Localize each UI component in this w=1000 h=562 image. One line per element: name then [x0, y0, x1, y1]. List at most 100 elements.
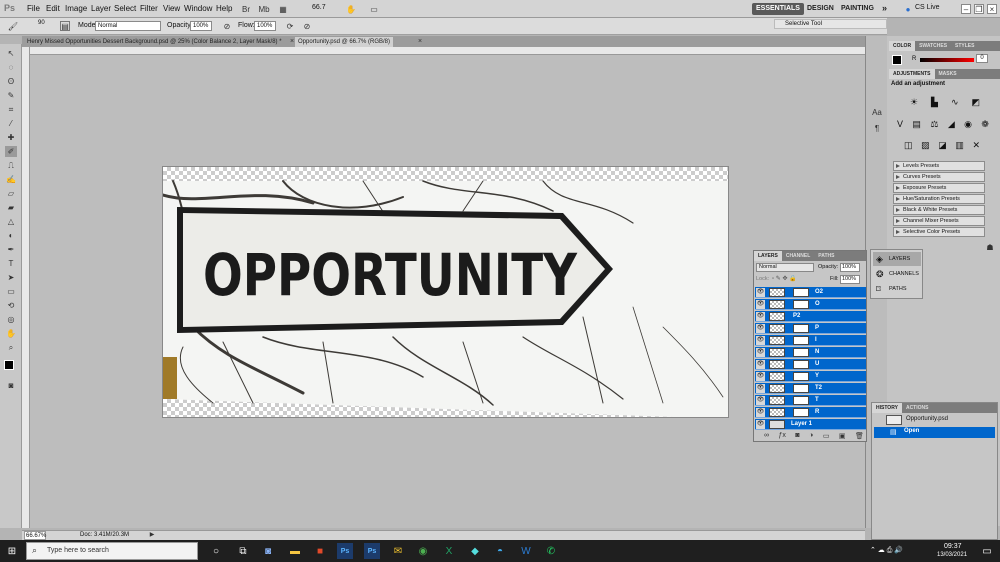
adjustment-layer-icon[interactable]: ◑: [809, 432, 813, 441]
healing-brush-tool-icon[interactable]: ✚: [5, 132, 17, 143]
opacity-field[interactable]: 100%: [190, 21, 212, 31]
type-tool-icon[interactable]: T: [5, 258, 17, 269]
menu-layer[interactable]: Layer: [91, 4, 111, 13]
doc-tab-opportunity[interactable]: Opportunity.psd @ 66.7% (RGB/8): [295, 37, 394, 47]
chrome-icon[interactable]: ◉: [415, 543, 431, 559]
cortana-icon[interactable]: ○: [208, 543, 224, 559]
eye-icon[interactable]: 👁: [756, 408, 765, 417]
tab-color[interactable]: COLOR: [889, 41, 916, 51]
quick-select-tool-icon[interactable]: ✎: [5, 90, 17, 101]
mini-bridge-icon[interactable]: Mb: [258, 3, 270, 15]
pressure-size-icon[interactable]: ⊘: [302, 21, 312, 31]
edge-icon[interactable]: ◓: [492, 543, 508, 559]
document-canvas[interactable]: OPPORTUNITY: [162, 166, 729, 418]
channel-mixer-icon[interactable]: ❁: [981, 119, 989, 131]
posterize-icon[interactable]: ▨: [921, 140, 930, 152]
preset-curves[interactable]: Curves Presets: [893, 172, 985, 182]
layer-row[interactable]: 👁 I: [755, 335, 866, 346]
mask-thumbnail[interactable]: [793, 288, 809, 297]
shape-tool-icon[interactable]: ▭: [5, 286, 17, 297]
airbrush-icon[interactable]: ⟳: [285, 21, 295, 31]
app-icon[interactable]: ◙: [260, 543, 276, 559]
fill-field[interactable]: 100%: [840, 275, 860, 284]
history-snapshot[interactable]: Opportunity.psd: [874, 414, 995, 426]
brightness-icon[interactable]: ☀: [910, 97, 918, 109]
excel-icon[interactable]: X: [441, 543, 457, 559]
eyedropper-tool-icon[interactable]: ⁄: [5, 118, 17, 129]
blend-mode-select[interactable]: Normal: [756, 263, 814, 272]
marquee-tool-icon[interactable]: ◌: [5, 62, 17, 73]
mask-thumbnail[interactable]: [793, 348, 809, 357]
eraser-tool-icon[interactable]: ▱: [5, 188, 17, 199]
workspace-design[interactable]: DESIGN: [803, 3, 838, 15]
layer-row[interactable]: 👁 U: [755, 359, 866, 370]
selective-color-icon[interactable]: ✕: [972, 140, 980, 152]
foreground-color-swatch[interactable]: [4, 360, 14, 370]
invert-icon[interactable]: ◫: [904, 140, 913, 152]
tab-swatches[interactable]: SWATCHES: [915, 41, 951, 51]
word-icon[interactable]: W: [518, 543, 534, 559]
vibrance-icon[interactable]: V: [897, 119, 903, 131]
eye-icon[interactable]: 👁: [756, 420, 765, 429]
brush-tool-icon[interactable]: ✐: [5, 146, 17, 157]
eye-icon[interactable]: 👁: [756, 312, 765, 321]
brush-panel-icon[interactable]: ▤: [60, 21, 70, 31]
menu-select[interactable]: Select: [114, 4, 136, 13]
app-icon[interactable]: ✉: [390, 543, 406, 559]
preset-levels[interactable]: Levels Presets: [893, 161, 985, 171]
layer-row[interactable]: 👁 P2: [755, 311, 866, 322]
history-brush-tool-icon[interactable]: ✍: [5, 174, 17, 185]
eye-icon[interactable]: 👁: [756, 360, 765, 369]
grid-icon[interactable]: ▦: [277, 3, 289, 15]
paragraph-icon[interactable]: ¶: [871, 122, 883, 134]
layer-row[interactable]: 👁 N: [755, 347, 866, 358]
preset-channel-mixer[interactable]: Channel Mixer Presets: [893, 216, 985, 226]
tab-history[interactable]: HISTORY: [872, 403, 902, 413]
layer-row[interactable]: 👁 Layer 1: [755, 419, 866, 430]
menu-filter[interactable]: Filter: [140, 4, 158, 13]
levels-icon[interactable]: ▙: [931, 97, 938, 109]
clock-time[interactable]: 09:37: [944, 543, 962, 550]
fx-icon[interactable]: ƒx: [778, 432, 785, 441]
eye-icon[interactable]: 👁: [756, 396, 765, 405]
layer-row[interactable]: 👁 R: [755, 407, 866, 418]
notification-icon[interactable]: ▭: [979, 543, 995, 559]
quick-mask-icon[interactable]: ◙: [5, 380, 17, 391]
menu-file[interactable]: File: [27, 4, 40, 13]
mask-thumbnail[interactable]: [793, 396, 809, 405]
hue-saturation-icon[interactable]: ▤: [912, 119, 921, 131]
layer-row[interactable]: 👁 P: [755, 323, 866, 334]
app-icon[interactable]: ■: [312, 543, 328, 559]
gradient-tool-icon[interactable]: ▰: [5, 202, 17, 213]
menu-image[interactable]: Image: [65, 4, 87, 13]
layer-row[interactable]: 👁 Y: [755, 371, 866, 382]
preset-exposure[interactable]: Exposure Presets: [893, 183, 985, 193]
mask-thumbnail[interactable]: [793, 300, 809, 309]
lasso-tool-icon[interactable]: ʘ: [5, 76, 17, 87]
curves-icon[interactable]: ∿: [951, 97, 959, 109]
windows-start-icon[interactable]: ⊞: [4, 543, 20, 559]
clone-stamp-tool-icon[interactable]: ⎍: [5, 160, 17, 171]
mask-thumbnail[interactable]: [793, 384, 809, 393]
task-view-icon[interactable]: ⧉: [235, 543, 251, 559]
close-icon[interactable]: ×: [987, 4, 997, 14]
mode-select[interactable]: Normal: [95, 21, 161, 31]
color-value-field[interactable]: 0: [976, 54, 988, 63]
eye-icon[interactable]: 👁: [756, 348, 765, 357]
cs-live-label[interactable]: CS Live: [915, 4, 940, 11]
crop-tool-icon[interactable]: ⌗: [5, 104, 17, 115]
mask-thumbnail[interactable]: [793, 408, 809, 417]
link-layers-icon[interactable]: ∞: [764, 432, 769, 441]
doc-tab-background[interactable]: Henry Missed Opportunities Dessert Backg…: [24, 37, 285, 47]
whatsapp-icon[interactable]: ✆: [543, 543, 559, 559]
pen-tool-icon[interactable]: ✒: [5, 244, 17, 255]
minimize-icon[interactable]: –: [961, 4, 971, 14]
zoom-tool-icon[interactable]: ⌕: [5, 342, 17, 353]
eye-icon[interactable]: 👁: [756, 288, 765, 297]
app-icon[interactable]: ◆: [467, 543, 483, 559]
more-workspaces-icon[interactable]: »: [878, 3, 891, 15]
photoshop-icon[interactable]: Ps: [364, 543, 380, 559]
file-explorer-icon[interactable]: ▬: [287, 543, 303, 559]
menu-window[interactable]: Window: [184, 4, 212, 13]
3d-rotate-tool-icon[interactable]: ⟲: [5, 300, 17, 311]
